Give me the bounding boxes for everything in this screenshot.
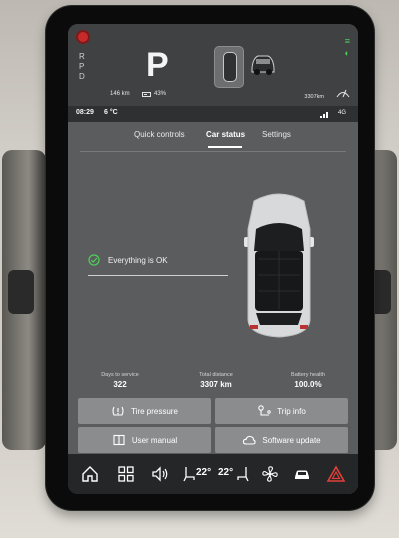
signal-strength-icon bbox=[320, 112, 328, 118]
car-icon[interactable] bbox=[292, 464, 312, 484]
stat-label: Battery health bbox=[291, 372, 325, 378]
tab-settings[interactable]: Settings bbox=[262, 130, 291, 139]
infotainment-screen: R P D P 146 km 43% ≡ ◐ 3307km 08:29 6 °C bbox=[68, 24, 358, 494]
headlight-indicator-icon: ≡ bbox=[344, 36, 350, 46]
tab-quick-controls[interactable]: Quick controls bbox=[134, 130, 185, 139]
car-top-view-icon bbox=[214, 46, 244, 88]
status-row: Everything is OK bbox=[88, 254, 168, 266]
stat-value: 100.0% bbox=[294, 380, 322, 389]
outside-temperature: 6 °C bbox=[104, 109, 118, 116]
stat-days-to-service: Days to service 322 bbox=[90, 372, 150, 389]
status-bar: 08:29 6 °C 4G bbox=[68, 106, 358, 122]
home-icon[interactable] bbox=[80, 464, 100, 484]
trip-info-label: Trip info bbox=[277, 406, 306, 416]
tire-pressure-icon bbox=[112, 406, 124, 416]
car-illustration bbox=[244, 193, 314, 338]
stat-value: 322 bbox=[113, 380, 127, 389]
status-message: Everything is OK bbox=[108, 255, 168, 265]
driver-display: R P D P 146 km 43% ≡ ◐ 3307km bbox=[68, 24, 358, 106]
active-tab-indicator bbox=[208, 146, 242, 148]
car-front-icon bbox=[251, 55, 275, 75]
network-type: 4G bbox=[337, 110, 346, 116]
battery-readout: 43% bbox=[142, 91, 166, 97]
clock: 08:29 bbox=[76, 109, 94, 116]
trip-info-icon bbox=[258, 405, 271, 416]
air-vent-left bbox=[8, 270, 34, 314]
fan-icon[interactable] bbox=[260, 464, 280, 484]
temp-right[interactable]: 22° bbox=[218, 467, 233, 478]
tab-car-status[interactable]: Car status bbox=[206, 130, 245, 139]
seat-heat-right-icon[interactable] bbox=[232, 464, 252, 484]
user-manual-label: User manual bbox=[131, 435, 178, 445]
stat-label: Total distance bbox=[199, 372, 233, 378]
range-readout: 146 km bbox=[110, 91, 130, 97]
tab-divider bbox=[80, 151, 346, 152]
bottom-dock: 22° 22° bbox=[68, 454, 358, 494]
stat-total-distance: Total distance 3307 km bbox=[186, 372, 246, 389]
gear-r: R bbox=[79, 52, 85, 61]
odometer: 3307km bbox=[304, 94, 324, 100]
book-icon bbox=[113, 434, 125, 446]
low-beam-indicator-icon: ◐ bbox=[344, 48, 350, 58]
current-gear: P bbox=[146, 46, 169, 84]
cloud-icon bbox=[243, 435, 257, 445]
tire-pressure-label: Tire pressure bbox=[131, 406, 178, 416]
software-update-button[interactable]: Software update bbox=[215, 427, 348, 453]
status-underline bbox=[88, 275, 228, 276]
volume-icon[interactable] bbox=[150, 464, 170, 484]
checkmark-circle-icon bbox=[88, 254, 100, 266]
gear-list: R P D bbox=[79, 52, 85, 82]
brake-warning-icon bbox=[76, 30, 90, 44]
user-manual-button[interactable]: User manual bbox=[78, 427, 211, 453]
tire-pressure-button[interactable]: Tire pressure bbox=[78, 398, 211, 424]
apps-grid-icon[interactable] bbox=[116, 464, 136, 484]
stat-battery-health: Battery health 100.0% bbox=[278, 372, 338, 389]
battery-percent: 43% bbox=[154, 91, 167, 97]
trip-info-button[interactable]: Trip info bbox=[215, 398, 348, 424]
temp-left[interactable]: 22° bbox=[196, 467, 211, 478]
tab-bar: Quick controls Car status Settings bbox=[68, 122, 358, 150]
wiper-icon bbox=[336, 89, 350, 98]
hazard-icon[interactable] bbox=[326, 464, 346, 484]
gear-p: P bbox=[79, 62, 85, 71]
gear-d: D bbox=[79, 72, 85, 81]
software-update-label: Software update bbox=[262, 435, 321, 445]
stat-label: Days to service bbox=[101, 372, 139, 378]
stat-value: 3307 km bbox=[200, 380, 232, 389]
battery-icon bbox=[142, 91, 151, 97]
